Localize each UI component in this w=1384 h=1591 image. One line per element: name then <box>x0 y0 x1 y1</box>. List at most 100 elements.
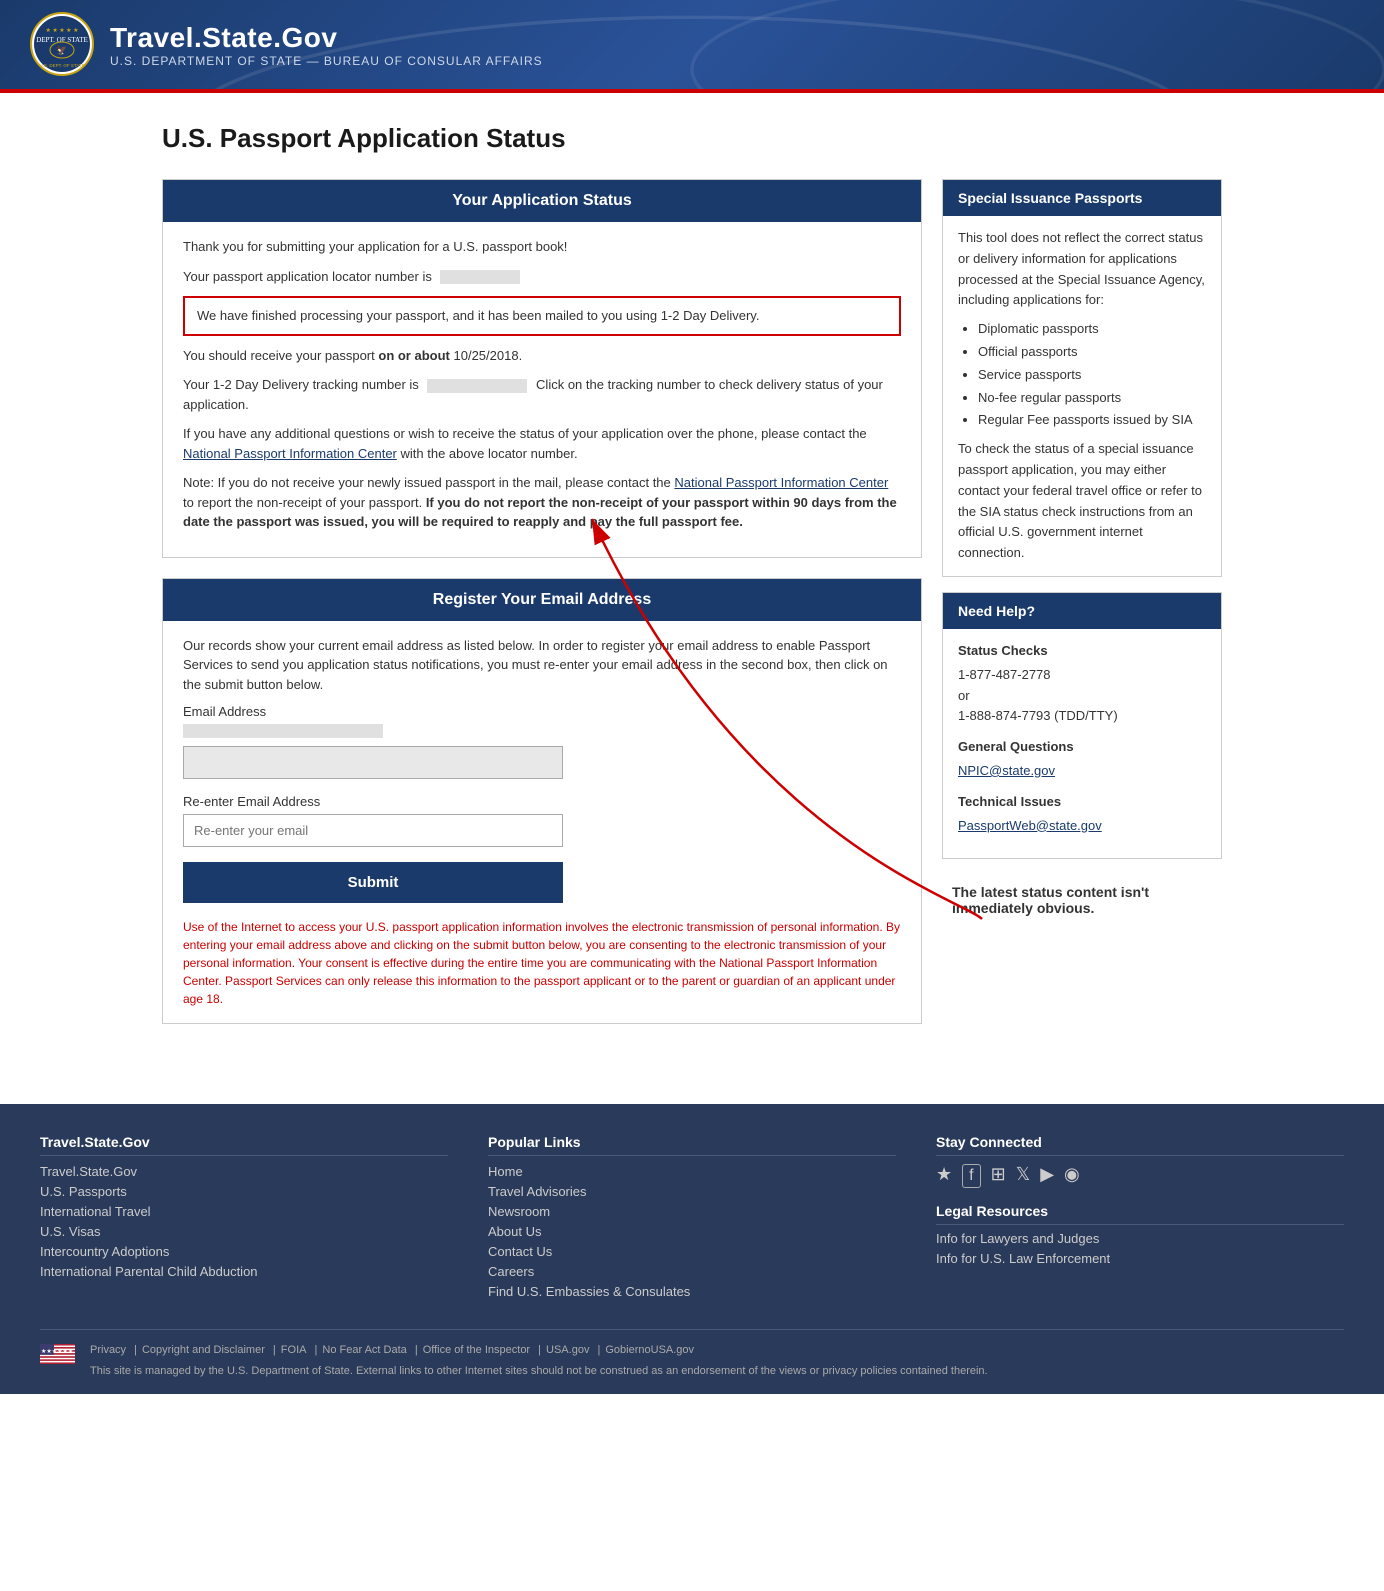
locator-number-placeholder <box>440 270 520 284</box>
footer-bottom-link-inspector[interactable]: Office of the Inspector <box>423 1342 541 1359</box>
list-item: Diplomatic passports <box>978 319 1206 340</box>
privacy-text: Use of the Internet to access your U.S. … <box>183 918 901 1008</box>
site-header: ★ ★ ★ ★ ★ DEPT. OF STATE 🦅 U.S. DEPT. OF… <box>0 0 1384 89</box>
footer-bottom-text: Privacy Copyright and Disclaimer FOIA No… <box>90 1342 988 1379</box>
header-text-group: Travel.State.Gov U.S. DEPARTMENT OF STAT… <box>110 22 543 68</box>
special-issuance-list: Diplomatic passports Official passports … <box>958 319 1206 431</box>
footer-link-us-visas[interactable]: U.S. Visas <box>40 1224 448 1239</box>
svg-text:U.S. DEPT. OF STATE: U.S. DEPT. OF STATE <box>39 63 84 68</box>
social-icon-facebook[interactable]: f <box>962 1164 980 1188</box>
svg-text:★ ★ ★ ★ ★: ★ ★ ★ ★ ★ <box>46 27 79 34</box>
footer-link-embassies[interactable]: Find U.S. Embassies & Consulates <box>488 1284 896 1299</box>
footer-link-contact-us[interactable]: Contact Us <box>488 1244 896 1259</box>
npic-link-2[interactable]: National Passport Information Center <box>674 475 888 490</box>
footer-link-newsroom[interactable]: Newsroom <box>488 1204 896 1219</box>
tracking-number-placeholder <box>427 379 527 393</box>
svg-text:★★★★★★: ★★★★★★ <box>41 1348 73 1355</box>
social-icon-rss[interactable]: ◉ <box>1064 1164 1080 1188</box>
phone1: 1-877-487-2778 <box>958 665 1206 686</box>
footer-col-popular: Popular Links Home Travel Advisories New… <box>488 1134 896 1304</box>
social-icon-twitter[interactable]: 𝕏 <box>1016 1164 1031 1188</box>
us-flag-icon: ★★★★★★ <box>40 1344 75 1364</box>
department-seal: ★ ★ ★ ★ ★ DEPT. OF STATE 🦅 U.S. DEPT. OF… <box>30 12 95 77</box>
special-issuance-body: This tool does not reflect the correct s… <box>943 216 1221 576</box>
footer-bottom: ★★★★★★ Privacy Copyright and Disclaimer … <box>40 1329 1344 1379</box>
svg-text:🦅: 🦅 <box>56 44 67 55</box>
social-icon-flickr[interactable]: ⊞ <box>991 1164 1006 1188</box>
footer-link-law-enforcement[interactable]: Info for U.S. Law Enforcement <box>936 1251 1344 1266</box>
footer-link-home[interactable]: Home <box>488 1164 896 1179</box>
footer-bottom-link-gobierno[interactable]: GobiernoUSA.gov <box>605 1342 699 1359</box>
contact-text: If you have any additional questions or … <box>183 424 901 463</box>
technical-issues-section: Technical Issues PassportWeb@state.gov <box>958 792 1206 837</box>
application-status-header: Your Application Status <box>163 180 921 222</box>
email-registration-header: Register Your Email Address <box>163 579 921 621</box>
npic-email-link[interactable]: NPIC@state.gov <box>958 763 1055 778</box>
footer-bottom-link-nofear[interactable]: No Fear Act Data <box>322 1342 417 1359</box>
special-issuance-followup: To check the status of a special issuanc… <box>958 439 1206 564</box>
note-text: Note: If you do not receive your newly i… <box>183 473 901 532</box>
footer-link-international-parental[interactable]: International Parental Child Abduction <box>40 1264 448 1279</box>
footer-link-international-travel[interactable]: International Travel <box>40 1204 448 1219</box>
page-title: U.S. Passport Application Status <box>162 123 1222 154</box>
email-label: Email Address <box>183 704 901 719</box>
footer-link-lawyers[interactable]: Info for Lawyers and Judges <box>936 1231 1344 1246</box>
legal-resources-title: Legal Resources <box>936 1203 1344 1225</box>
footer-col1-title: Travel.State.Gov <box>40 1134 448 1156</box>
passport-web-email-link[interactable]: PassportWeb@state.gov <box>958 818 1102 833</box>
email-field-group: Email Address <box>183 704 901 779</box>
tracking-text: Your 1-2 Day Delivery tracking number is… <box>183 375 901 414</box>
footer-link-about-us[interactable]: About Us <box>488 1224 896 1239</box>
footer-bottom-link-usa[interactable]: USA.gov <box>546 1342 600 1359</box>
general-questions-title: General Questions <box>958 737 1206 758</box>
footer-col3-title: Stay Connected <box>936 1134 1344 1156</box>
left-column: Your Application Status Thank you for su… <box>162 179 922 1044</box>
footer-link-careers[interactable]: Careers <box>488 1264 896 1279</box>
reenter-email-input[interactable] <box>183 814 563 847</box>
list-item: Regular Fee passports issued by SIA <box>978 410 1206 431</box>
email-input[interactable] <box>183 746 563 779</box>
svg-text:DEPT. OF STATE: DEPT. OF STATE <box>36 36 88 44</box>
main-content: U.S. Passport Application Status Your Ap… <box>142 93 1242 1074</box>
footer-bottom-links: Privacy Copyright and Disclaimer FOIA No… <box>90 1342 988 1359</box>
content-layout: Your Application Status Thank you for su… <box>162 179 1222 1044</box>
phone-or: or <box>958 686 1206 707</box>
list-item: No-fee regular passports <box>978 388 1206 409</box>
intro-text: Thank you for submitting your applicatio… <box>183 237 901 257</box>
reenter-email-field-group: Re-enter Email Address <box>183 794 901 847</box>
footer-bottom-link-foia[interactable]: FOIA <box>281 1342 318 1359</box>
social-icons-group: ★ f ⊞ 𝕏 ▶ ◉ <box>936 1164 1344 1188</box>
site-title: Travel.State.Gov <box>110 22 543 54</box>
technical-issues-title: Technical Issues <box>958 792 1206 813</box>
need-help-body: Status Checks 1-877-487-2778 or 1-888-87… <box>943 629 1221 858</box>
email-current-value <box>183 724 383 738</box>
social-icon-star[interactable]: ★ <box>936 1164 952 1188</box>
footer-link-us-passports[interactable]: U.S. Passports <box>40 1184 448 1199</box>
status-highlight-box: We have finished processing your passpor… <box>183 296 901 336</box>
footer-link-intercountry-adoptions[interactable]: Intercountry Adoptions <box>40 1244 448 1259</box>
footer-col-connected: Stay Connected ★ f ⊞ 𝕏 ▶ ◉ Legal Resourc… <box>936 1134 1344 1304</box>
application-status-body: Thank you for submitting your applicatio… <box>163 222 921 557</box>
special-issuance-card: Special Issuance Passports This tool doe… <box>942 179 1222 577</box>
right-column: Special Issuance Passports This tool doe… <box>942 179 1222 942</box>
agency-name: U.S. DEPARTMENT OF STATE — BUREAU OF CON… <box>110 54 543 68</box>
need-help-header: Need Help? <box>943 593 1221 629</box>
footer-bottom-link-privacy[interactable]: Privacy <box>90 1342 137 1359</box>
footer-link-travel-state-gov[interactable]: Travel.State.Gov <box>40 1164 448 1179</box>
general-questions-section: General Questions NPIC@state.gov <box>958 737 1206 782</box>
annotation-note: The latest status content isn't immediat… <box>942 874 1222 926</box>
footer-link-travel-advisories[interactable]: Travel Advisories <box>488 1184 896 1199</box>
delivery-date-text: You should receive your passport on or a… <box>183 346 901 366</box>
locator-label: Your passport application locator number… <box>183 267 901 287</box>
submit-button[interactable]: Submit <box>183 862 563 903</box>
list-item: Service passports <box>978 365 1206 386</box>
footer-grid: Travel.State.Gov Travel.State.Gov U.S. P… <box>40 1134 1344 1304</box>
social-icon-youtube[interactable]: ▶ <box>1040 1164 1054 1188</box>
email-description: Our records show your current email addr… <box>183 636 901 695</box>
list-item: Official passports <box>978 342 1206 363</box>
npic-link-1[interactable]: National Passport Information Center <box>183 446 397 461</box>
status-checks-title: Status Checks <box>958 641 1206 662</box>
email-registration-card: Register Your Email Address Our records … <box>162 578 922 1025</box>
footer-bottom-link-copyright[interactable]: Copyright and Disclaimer <box>142 1342 276 1359</box>
need-help-card: Need Help? Status Checks 1-877-487-2778 … <box>942 592 1222 859</box>
